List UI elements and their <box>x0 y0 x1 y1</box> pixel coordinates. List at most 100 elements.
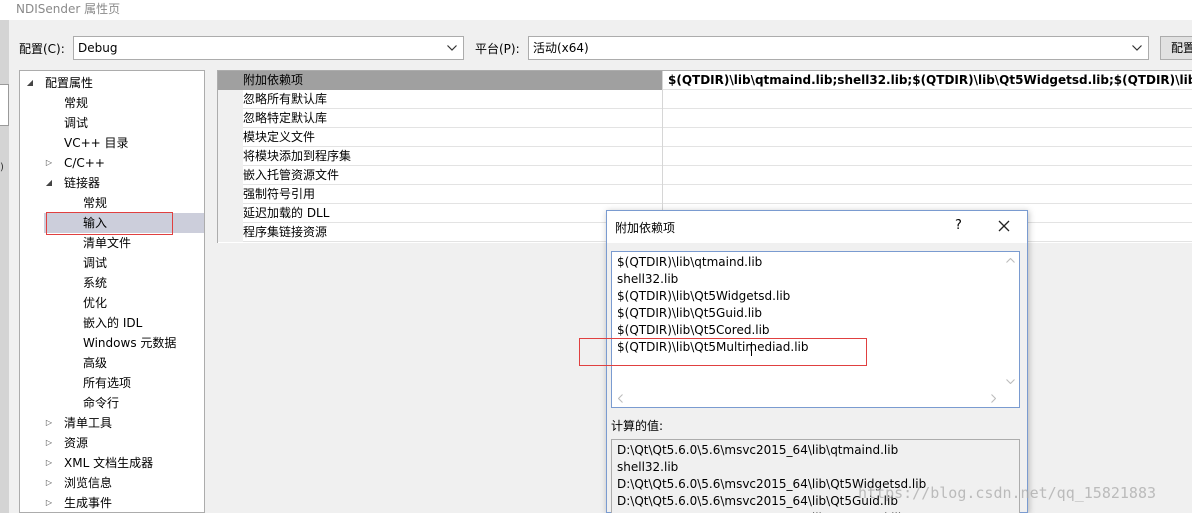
platform-label: 平台(P): <box>475 42 520 56</box>
grid-row-value[interactable] <box>664 166 1192 185</box>
grid-row[interactable]: 将模块添加到程序集 <box>218 147 1192 166</box>
tree-item[interactable]: 高级 <box>20 353 204 373</box>
tree-item-label: 调试 <box>83 256 108 270</box>
watermark: https://blog.csdn.net/qq_15821883 <box>858 484 1157 502</box>
grid-row-label: 将模块添加到程序集 <box>218 147 663 166</box>
config-select-value: Debug <box>78 41 118 55</box>
grid-row-gutter <box>218 185 243 204</box>
tree-item[interactable]: 嵌入的 IDL <box>20 313 204 333</box>
tree-item[interactable]: ◢ 链接器 <box>20 173 204 193</box>
dependency-line: $(QTDIR)\lib\Qt5Widgetsd.lib <box>617 289 791 303</box>
tree-item[interactable]: ▷ 浏览信息 <box>20 473 204 493</box>
tree-item[interactable]: 调试 <box>20 253 204 273</box>
grid-row-value[interactable] <box>664 147 1192 166</box>
grid-row-value[interactable] <box>664 109 1192 128</box>
tree-item[interactable]: ▷ XML 文档生成器 <box>20 453 204 473</box>
tree-item-label: 资源 <box>64 436 89 450</box>
grid-row[interactable]: 模块定义文件 <box>218 128 1192 147</box>
expand-icon[interactable]: ▷ <box>44 493 54 512</box>
tree-item[interactable]: 常规 <box>20 193 204 213</box>
tree-item[interactable]: Windows 元数据 <box>20 333 204 353</box>
grid-row[interactable]: 嵌入托管资源文件 <box>218 166 1192 185</box>
grid-row-label: 强制符号引用 <box>218 185 663 204</box>
platform-select[interactable]: 活动(x64) <box>528 36 1149 60</box>
grid-row-gutter <box>218 223 243 242</box>
expand-icon[interactable]: ▷ <box>44 153 54 173</box>
grid-row-gutter <box>218 147 243 166</box>
grid-row-gutter <box>218 90 243 109</box>
tree-item[interactable]: ▷ 资源 <box>20 433 204 453</box>
tree-item[interactable]: 优化 <box>20 293 204 313</box>
collapse-icon[interactable]: ◢ <box>25 73 35 93</box>
config-select[interactable]: Debug <box>73 36 464 60</box>
grid-row-label: 忽略特定默认库 <box>218 109 663 128</box>
dependency-line: $(QTDIR)\lib\qtmaind.lib <box>617 255 763 269</box>
expand-icon[interactable]: ▷ <box>44 453 54 473</box>
grid-row-gutter <box>218 128 243 147</box>
grid-row[interactable]: 附加依赖项 $(QTDIR)\lib\qtmaind.lib;shell32.li… <box>218 71 1192 90</box>
grid-row-label: 附加依赖项 <box>218 71 663 90</box>
grid-row-gutter <box>218 204 243 223</box>
tree-item-label: 常规 <box>64 96 89 110</box>
tree-item-label: 配置属性 <box>45 76 94 90</box>
computed-line: D:\Qt\Qt5.6.0\5.6\msvc2015_64\lib\Qt5Gui… <box>617 494 898 508</box>
grid-row-value[interactable] <box>664 90 1192 109</box>
scroll-up-icon[interactable] <box>1002 252 1019 269</box>
highlight-box-multimedia <box>579 338 867 366</box>
grid-row-label: 程序集链接资源 <box>218 223 663 242</box>
dependencies-textarea[interactable]: $(QTDIR)\lib\qtmaind.lib shell32.lib $(QTD… <box>611 251 1020 408</box>
grid-row-value[interactable]: $(QTDIR)\lib\qtmaind.lib;shell32.lib;$(Q… <box>664 71 1192 90</box>
tree-item[interactable]: 清单文件 <box>20 233 204 253</box>
tree-item[interactable]: 常规 <box>20 93 204 113</box>
dialog-title: 附加依赖项 <box>615 221 676 235</box>
tree-item[interactable]: ▷ C/C++ <box>20 153 204 173</box>
tree-item[interactable]: ▷ 生成事件 <box>20 493 204 512</box>
grid-row[interactable]: 强制符号引用 <box>218 185 1192 204</box>
expand-icon[interactable]: ▷ <box>44 413 54 433</box>
background-strip-mark: ) <box>0 162 4 173</box>
tree-item[interactable]: VC++ 目录 <box>20 133 204 153</box>
tree-item-label: 命令行 <box>83 396 120 410</box>
chevron-down-icon[interactable] <box>1130 37 1144 59</box>
tree-item[interactable]: 系统 <box>20 273 204 293</box>
tree-item[interactable]: ◢ 配置属性 <box>20 73 204 93</box>
tree-item-label: Windows 元数据 <box>83 336 177 350</box>
tree-item-label: C/C++ <box>64 156 105 170</box>
grid-row-value[interactable] <box>664 185 1192 204</box>
grid-row[interactable]: 忽略所有默认库 <box>218 90 1192 109</box>
tree-item-label: XML 文档生成器 <box>64 456 154 470</box>
tree-item[interactable]: 所有选项 <box>20 373 204 393</box>
scroll-down-icon[interactable] <box>1002 373 1019 390</box>
title-bar: NDISender 属性页 <box>0 0 1192 20</box>
tree-item-label: VC++ 目录 <box>64 136 129 150</box>
tree-item[interactable]: ▷ 清单工具 <box>20 413 204 433</box>
tree-item-label: 嵌入的 IDL <box>83 316 143 330</box>
grid-row[interactable]: 忽略特定默认库 <box>218 109 1192 128</box>
horizontal-scrollbar[interactable] <box>612 390 1002 407</box>
dependency-line: $(QTDIR)\lib\Qt5Cored.lib <box>617 323 770 337</box>
dialog-title-bar: 附加依赖项 ? <box>607 211 1027 243</box>
background-window-strip: ) <box>0 20 9 513</box>
grid-row-gutter <box>218 109 243 128</box>
tree-item-label: 优化 <box>83 296 108 310</box>
collapse-icon[interactable]: ◢ <box>44 173 54 193</box>
tree-item-label: 系统 <box>83 276 108 290</box>
tree-item-label: 调试 <box>64 116 89 130</box>
background-tab-edge <box>0 84 9 126</box>
configuration-manager-button[interactable]: 配置 <box>1160 36 1192 60</box>
vertical-scrollbar[interactable] <box>1002 252 1019 390</box>
help-button[interactable]: ? <box>955 218 962 233</box>
expand-icon[interactable]: ▷ <box>44 433 54 453</box>
tree-item-label: 链接器 <box>64 176 101 190</box>
dependency-line: $(QTDIR)\lib\Qt5Guid.lib <box>617 306 763 320</box>
expand-icon[interactable]: ▷ <box>44 473 54 493</box>
close-icon[interactable] <box>997 219 1011 233</box>
grid-row-label: 延迟加载的 DLL <box>218 204 663 223</box>
scroll-left-icon[interactable] <box>612 390 629 407</box>
grid-row-value[interactable] <box>664 128 1192 147</box>
tree-item-label: 清单工具 <box>64 416 113 430</box>
tree-item[interactable]: 命令行 <box>20 393 204 413</box>
tree-item[interactable]: 调试 <box>20 113 204 133</box>
scroll-right-icon[interactable] <box>985 390 1002 407</box>
chevron-down-icon[interactable] <box>445 37 459 59</box>
